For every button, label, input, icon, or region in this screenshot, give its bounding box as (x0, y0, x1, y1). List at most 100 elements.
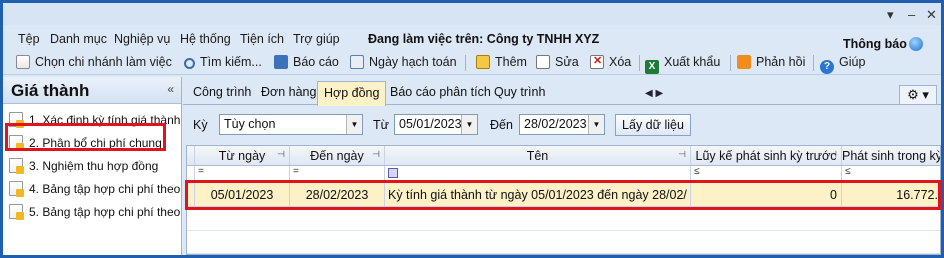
left-panel-header: Giá thành « (3, 77, 181, 104)
close-icon[interactable]: ✕ (926, 7, 937, 23)
settings-gear-icon[interactable]: ⚙ ▾ (899, 85, 937, 105)
pin-icon[interactable]: ⊣ (678, 149, 686, 160)
report-icon (274, 55, 288, 69)
feedback-label: Phản hồi (756, 55, 806, 69)
add-button[interactable]: Thêm (476, 55, 527, 69)
toolbar-divider (813, 55, 814, 71)
left-panel-title: Giá thành (11, 81, 90, 100)
pin-icon[interactable]: ⊣ (277, 149, 285, 160)
tab-order[interactable]: Đơn hàng (261, 85, 316, 99)
col-prior-label: Lũy kế phát sinh kỳ trước (695, 149, 837, 163)
to-label: Đến (490, 118, 513, 132)
edit-label: Sửa (555, 55, 579, 69)
excel-icon: X (645, 60, 659, 74)
from-date-field[interactable]: 05/01/2023 ▼ (394, 114, 478, 135)
feedback-button[interactable]: Phản hồi (737, 55, 805, 69)
delete-button[interactable]: Xóa (590, 54, 631, 69)
search-icon (184, 58, 195, 69)
tab-contract[interactable]: Hợp đồng (317, 81, 387, 106)
period-select[interactable]: Tùy chọn ▼ (219, 114, 363, 135)
add-icon (476, 55, 490, 69)
col-prior-accumulated[interactable]: Lũy kế phát sinh kỳ trước ⊣ (691, 146, 842, 165)
col-current-period[interactable]: Phát sinh trong kỳ (842, 146, 941, 165)
filter-op: = (198, 166, 204, 177)
fetch-data-button[interactable]: Lấy dữ liệu (615, 114, 691, 136)
chevron-down-icon[interactable]: ▼ (346, 115, 362, 134)
filter-bar: Kỳ Tùy chọn ▼ Từ 05/01/2023 ▼ Đến 28/02/… (183, 109, 941, 139)
col-to-date[interactable]: Đến ngày ⊣ (290, 146, 385, 165)
filter-icon (388, 168, 398, 178)
filter-op: ≤ (845, 166, 851, 177)
export-label: Xuất khẩu (664, 55, 721, 69)
left-item-label: 4. Bảng tập hợp chi phí theo... (29, 182, 181, 196)
pin-icon[interactable]: ⊣ (372, 149, 380, 160)
report-button[interactable]: Báo cáo (274, 55, 339, 69)
to-date-field[interactable]: 28/02/2023 ▼ (519, 114, 605, 135)
menu-help[interactable]: Trợ giúp (293, 32, 340, 46)
to-date-value: 28/02/2023 (524, 117, 587, 131)
toolbar: Chọn chi nhánh làm việc Tìm kiếm... Báo … (3, 51, 941, 75)
tab-process[interactable]: Quy trình (494, 85, 545, 99)
filter-from-date[interactable]: = (195, 166, 290, 181)
chevron-down-icon[interactable]: ▼ (588, 115, 604, 134)
period-label: Kỳ (193, 118, 208, 132)
notification-button[interactable]: Thông báo (843, 37, 923, 51)
accounting-date-button[interactable]: Ngày hạch toán (350, 55, 457, 69)
tab-analysis-report[interactable]: Báo cáo phân tích (390, 85, 491, 99)
col-from-date-label: Từ ngày (218, 149, 266, 163)
filter-current[interactable]: ≤ (842, 166, 940, 181)
filter-op: ≤ (694, 166, 700, 177)
menu-file[interactable]: Tệp (18, 32, 40, 46)
pin-icon[interactable]: ⊣ (829, 149, 837, 160)
help-icon: ? (820, 60, 834, 74)
workspace-label: Đang làm việc trên: Công ty TNHH XYZ (368, 32, 600, 46)
col-to-date-label: Đến ngày (310, 149, 364, 163)
branch-label: Chọn chi nhánh làm việc (35, 55, 172, 69)
left-item-4[interactable]: 4. Bảng tập hợp chi phí theo... (3, 177, 181, 200)
tab-scroll-arrows[interactable]: ◀ ▶ (645, 88, 663, 99)
filter-prior[interactable]: ≤ (691, 166, 842, 181)
search-button[interactable]: Tìm kiếm... (184, 55, 262, 69)
menu-bar: Tệp Danh mục Nghiệp vụ Hệ thống Tiện ích… (3, 28, 941, 51)
accounting-date-label: Ngày hạch toán (369, 55, 457, 69)
export-button[interactable]: X Xuất khẩu (645, 55, 720, 74)
help-label: Giúp (839, 55, 866, 69)
col-name[interactable]: Tên ⊣ (385, 146, 691, 165)
title-bar: ▾ – ✕ (3, 3, 941, 25)
left-item-5[interactable]: 5. Bảng tập hợp chi phí theo... (3, 200, 181, 223)
filter-to-date[interactable]: = (290, 166, 385, 181)
menu-catalog[interactable]: Danh mục (50, 32, 107, 46)
globe-icon (908, 37, 923, 51)
minimize-icon[interactable]: – (908, 7, 915, 22)
col-current-label: Phát sinh trong kỳ (842, 149, 941, 163)
grid-header: Từ ngày ⊣ Đến ngày ⊣ Tên ⊣ Lũy kế phát sinh… (187, 146, 941, 166)
branch-button[interactable]: Chọn chi nhánh làm việc (16, 55, 172, 69)
filter-name[interactable] (385, 166, 691, 181)
filter-op: = (293, 166, 299, 177)
menu-utilities[interactable]: Tiện ích (240, 32, 284, 46)
left-item-label: 3. Nghiệm thu hợp đồng (29, 159, 159, 173)
from-date-value: 05/01/2023 (399, 117, 462, 131)
highlight-box (185, 180, 941, 210)
tab-bar: Công trình Đơn hàng Hợp đồng Báo cáo phâ… (183, 81, 941, 106)
edit-button[interactable]: Sửa (536, 55, 579, 69)
document-icon (9, 204, 24, 220)
collapse-icon[interactable]: « (167, 82, 174, 96)
chevron-down-icon[interactable]: ▾ (887, 7, 894, 23)
left-panel: Giá thành « 1. Xác định kỳ tính giá thàn… (3, 77, 182, 255)
filter-indicator (187, 166, 195, 181)
edit-icon (536, 55, 550, 69)
chevron-down-icon[interactable]: ▼ (461, 115, 477, 134)
highlight-box (5, 123, 166, 151)
report-label: Báo cáo (293, 55, 339, 69)
row-indicator-header (187, 146, 195, 165)
help-button[interactable]: ? Giúp (820, 55, 865, 74)
menu-operations[interactable]: Nghiệp vụ (114, 32, 170, 46)
branch-icon (16, 55, 30, 69)
tab-project[interactable]: Công trình (193, 85, 251, 99)
toolbar-divider (730, 55, 731, 71)
col-from-date[interactable]: Từ ngày ⊣ (195, 146, 290, 165)
menu-system[interactable]: Hệ thống (180, 32, 231, 46)
left-item-3[interactable]: 3. Nghiệm thu hợp đồng (3, 154, 181, 177)
from-label: Từ (373, 118, 390, 132)
